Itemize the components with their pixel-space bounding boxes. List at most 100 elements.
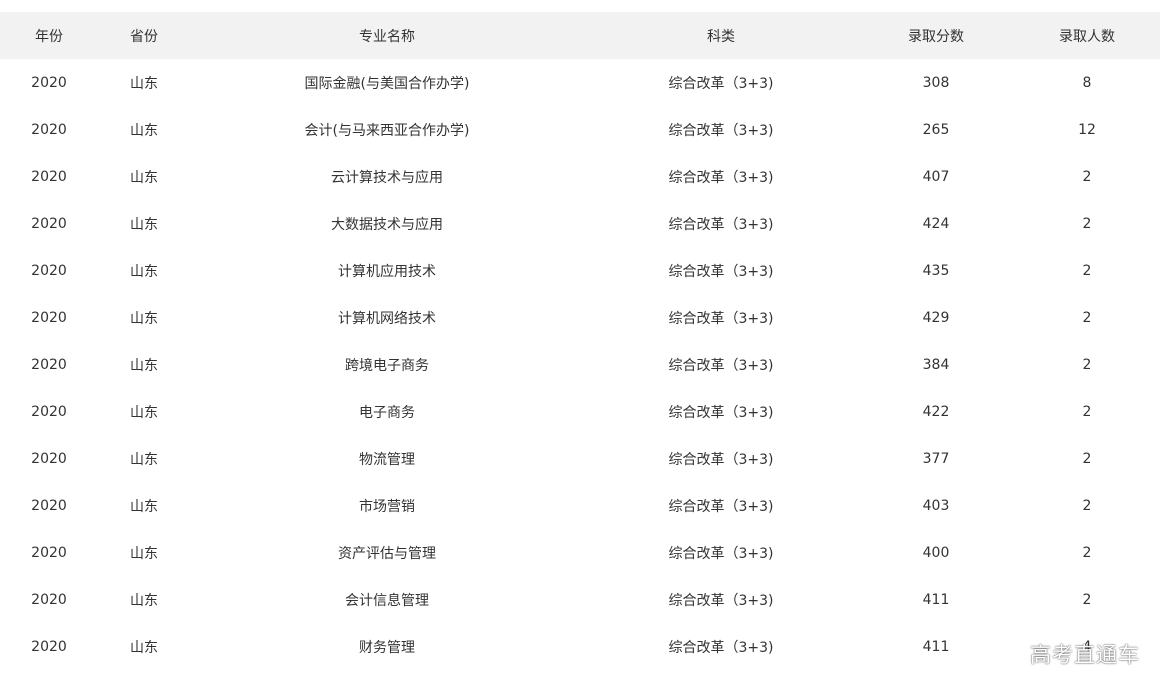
cell-province: 山东	[130, 310, 158, 327]
table-row: 2020 山东 云计算技术与应用 综合改革（3+3) 407 2	[0, 153, 1160, 200]
cell-year: 2020	[31, 450, 67, 467]
cell-subject-type: 综合改革（3+3)	[668, 263, 774, 280]
cell-year: 2020	[31, 356, 67, 373]
cell-province: 山东	[130, 357, 158, 374]
cell-subject-type: 综合改革（3+3)	[668, 592, 774, 609]
table-row: 2020 山东 财务管理 综合改革（3+3) 411 4	[0, 623, 1160, 670]
watermark-text: 高考直通车	[1030, 643, 1140, 667]
cell-admission-count: 2	[1082, 591, 1092, 608]
cell-major-name: 云计算技术与应用	[331, 169, 443, 186]
cell-admission-score: 411	[922, 638, 950, 655]
cell-subject-type: 综合改革（3+3)	[668, 75, 774, 92]
cell-major-name: 会计信息管理	[345, 592, 429, 609]
cell-major-name: 国际金融(与美国合作办学)	[304, 75, 470, 92]
cell-admission-count: 2	[1082, 215, 1092, 232]
cell-admission-count: 2	[1082, 450, 1092, 467]
cell-admission-count: 2	[1082, 544, 1092, 561]
cell-province: 山东	[130, 451, 158, 468]
cell-major-name: 资产评估与管理	[338, 545, 436, 562]
cell-admission-count: 2	[1082, 497, 1092, 514]
cell-major-name: 会计(与马来西亚合作办学)	[304, 122, 470, 139]
cell-admission-score: 377	[922, 450, 950, 467]
cell-admission-count: 2	[1082, 356, 1092, 373]
cell-admission-score: 407	[922, 168, 950, 185]
cell-admission-count: 2	[1082, 262, 1092, 279]
admission-score-table: 年份 省份 专业名称 科类 录取分数 录取人数 2020 山东 国际金融(与美国合作…	[0, 12, 1160, 670]
cell-major-name: 计算机应用技术	[338, 263, 436, 280]
cell-province: 山东	[130, 545, 158, 562]
header-admission-count: 录取人数	[1059, 28, 1115, 45]
cell-admission-score: 265	[922, 121, 950, 138]
cell-admission-score: 384	[922, 356, 950, 373]
cell-admission-count: 2	[1082, 403, 1092, 420]
cell-subject-type: 综合改革（3+3)	[668, 545, 774, 562]
cell-admission-count: 2	[1082, 168, 1092, 185]
table-row: 2020 山东 大数据技术与应用 综合改革（3+3) 424 2	[0, 200, 1160, 247]
cell-admission-score: 429	[922, 309, 950, 326]
cell-province: 山东	[130, 639, 158, 656]
cell-admission-score: 422	[922, 403, 950, 420]
table-body: 2020 山东 国际金融(与美国合作办学) 综合改革（3+3) 308 8 2020 山东 会计…	[0, 59, 1160, 670]
cell-admission-count: 8	[1082, 74, 1092, 91]
cell-subject-type: 综合改革（3+3)	[668, 122, 774, 139]
table-row: 2020 山东 电子商务 综合改革（3+3) 422 2	[0, 388, 1160, 435]
header-row: 年份 省份 专业名称 科类 录取分数 录取人数	[0, 12, 1160, 59]
cell-year: 2020	[31, 591, 67, 608]
cell-major-name: 市场营销	[359, 498, 415, 515]
cell-year: 2020	[31, 497, 67, 514]
cell-admission-score: 308	[922, 74, 950, 91]
cell-admission-score: 400	[922, 544, 950, 561]
cell-province: 山东	[130, 169, 158, 186]
cell-province: 山东	[130, 75, 158, 92]
admission-table-container: 年份 省份 专业名称 科类 录取分数 录取人数 2020 山东 国际金融(与美国合作…	[0, 12, 1160, 670]
cell-admission-score: 424	[922, 215, 950, 232]
cell-admission-count: 2	[1082, 309, 1092, 326]
header-province: 省份	[130, 28, 158, 45]
cell-major-name: 财务管理	[359, 639, 415, 656]
cell-year: 2020	[31, 309, 67, 326]
cell-year: 2020	[31, 262, 67, 279]
table-row: 2020 山东 跨境电子商务 综合改革（3+3) 384 2	[0, 341, 1160, 388]
cell-major-name: 计算机网络技术	[338, 310, 436, 327]
cell-year: 2020	[31, 638, 67, 655]
cell-major-name: 物流管理	[359, 451, 415, 468]
cell-year: 2020	[31, 121, 67, 138]
cell-province: 山东	[130, 216, 158, 233]
table-row: 2020 山东 会计信息管理 综合改革（3+3) 411 2	[0, 576, 1160, 623]
cell-subject-type: 综合改革（3+3)	[668, 404, 774, 421]
cell-subject-type: 综合改革（3+3)	[668, 310, 774, 327]
table-row: 2020 山东 物流管理 综合改革（3+3) 377 2	[0, 435, 1160, 482]
table-row: 2020 山东 会计(与马来西亚合作办学) 综合改革（3+3) 265 12	[0, 106, 1160, 153]
cell-province: 山东	[130, 263, 158, 280]
header-admission-score: 录取分数	[908, 28, 964, 45]
cell-major-name: 大数据技术与应用	[331, 216, 443, 233]
header-year: 年份	[35, 28, 63, 45]
table-row: 2020 山东 计算机网络技术 综合改革（3+3) 429 2	[0, 294, 1160, 341]
table-row: 2020 山东 市场营销 综合改革（3+3) 403 2	[0, 482, 1160, 529]
cell-subject-type: 综合改革（3+3)	[668, 639, 774, 656]
cell-year: 2020	[31, 74, 67, 91]
cell-admission-score: 411	[922, 591, 950, 608]
cell-year: 2020	[31, 215, 67, 232]
header-subject-type: 科类	[707, 28, 735, 45]
cell-subject-type: 综合改革（3+3)	[668, 498, 774, 515]
cell-major-name: 电子商务	[359, 404, 415, 421]
header-major-name: 专业名称	[359, 28, 415, 45]
cell-admission-score: 435	[922, 262, 950, 279]
cell-subject-type: 综合改革（3+3)	[668, 451, 774, 468]
cell-admission-score: 403	[922, 497, 950, 514]
cell-year: 2020	[31, 168, 67, 185]
table-header: 年份 省份 专业名称 科类 录取分数 录取人数	[0, 12, 1160, 59]
cell-subject-type: 综合改革（3+3)	[668, 169, 774, 186]
table-row: 2020 山东 资产评估与管理 综合改革（3+3) 400 2	[0, 529, 1160, 576]
cell-subject-type: 综合改革（3+3)	[668, 357, 774, 374]
cell-province: 山东	[130, 122, 158, 139]
cell-province: 山东	[130, 592, 158, 609]
cell-admission-count: 12	[1078, 121, 1096, 138]
cell-province: 山东	[130, 498, 158, 515]
table-row: 2020 山东 计算机应用技术 综合改革（3+3) 435 2	[0, 247, 1160, 294]
cell-major-name: 跨境电子商务	[345, 357, 429, 374]
cell-subject-type: 综合改革（3+3)	[668, 216, 774, 233]
cell-province: 山东	[130, 404, 158, 421]
table-row: 2020 山东 国际金融(与美国合作办学) 综合改革（3+3) 308 8	[0, 59, 1160, 106]
